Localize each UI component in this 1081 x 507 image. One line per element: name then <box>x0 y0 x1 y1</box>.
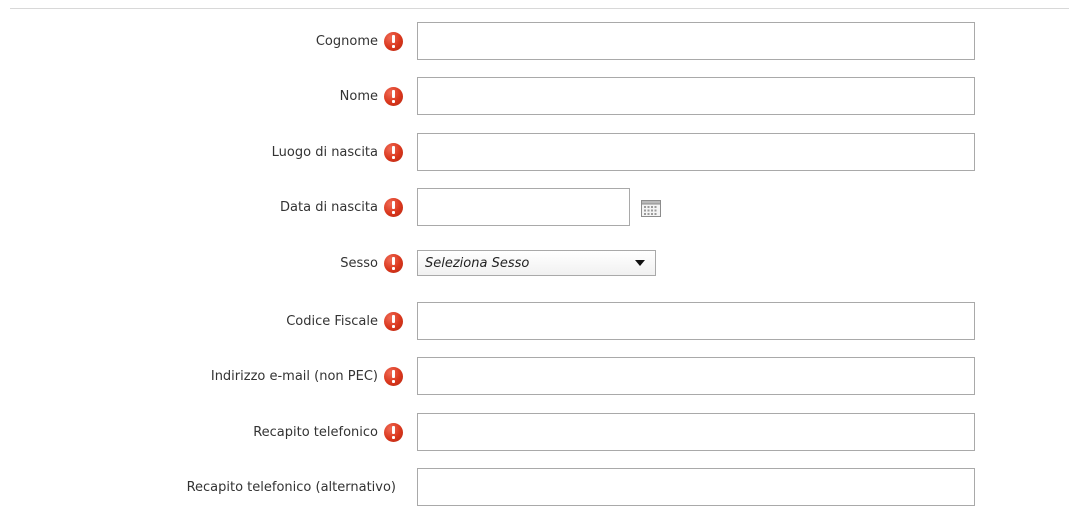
field-row-codice-fiscale: Codice Fiscale <box>0 301 1081 341</box>
sesso-select[interactable]: Seleziona Sesso <box>417 250 656 276</box>
field-row-sesso: Sesso Seleziona Sesso <box>0 243 1081 283</box>
field-row-telefono: Recapito telefonico <box>0 412 1081 452</box>
telefono-input[interactable] <box>417 413 975 451</box>
label-group: Luogo di nascita <box>0 132 403 172</box>
field-label-codice-fiscale: Codice Fiscale <box>286 313 378 329</box>
chevron-down-icon <box>635 260 645 266</box>
label-group: Cognome <box>0 21 403 61</box>
label-spacer <box>396 478 403 497</box>
personal-data-form: Cognome Nome Luogo di nascita Data di na… <box>0 0 1081 506</box>
required-icon <box>384 197 403 217</box>
email-input[interactable] <box>417 357 975 395</box>
codice-fiscale-input[interactable] <box>417 302 975 340</box>
label-group: Codice Fiscale <box>0 301 403 341</box>
nome-input[interactable] <box>417 77 975 115</box>
field-row-luogo-nascita: Luogo di nascita <box>0 132 1081 172</box>
cognome-input[interactable] <box>417 22 975 60</box>
field-label-sesso: Sesso <box>340 255 378 271</box>
field-row-nome: Nome <box>0 76 1081 116</box>
telefono-alternativo-input[interactable] <box>417 468 975 506</box>
label-group: Sesso <box>0 243 403 283</box>
field-row-cognome: Cognome <box>0 21 1081 61</box>
required-icon <box>384 253 403 273</box>
field-label-nome: Nome <box>339 88 378 104</box>
label-group: Recapito telefonico (alternativo) <box>0 467 403 507</box>
label-group: Recapito telefonico <box>0 412 403 452</box>
field-row-telefono-alternativo: Recapito telefonico (alternativo) <box>0 467 1081 507</box>
required-icon <box>384 142 403 162</box>
field-label-cognome: Cognome <box>315 33 378 49</box>
field-label-data-nascita: Data di nascita <box>280 199 378 215</box>
field-label-luogo-nascita: Luogo di nascita <box>271 144 378 160</box>
field-label-telefono-alternativo: Recapito telefonico (alternativo) <box>186 479 396 495</box>
calendar-icon[interactable] <box>640 198 662 218</box>
sesso-select-value: Seleziona Sesso <box>425 256 530 271</box>
required-icon <box>384 422 403 442</box>
field-label-email: Indirizzo e-mail (non PEC) <box>210 368 378 384</box>
required-icon <box>384 31 403 51</box>
label-group: Indirizzo e-mail (non PEC) <box>0 356 403 396</box>
required-icon <box>384 86 403 106</box>
field-row-data-nascita: Data di nascita <box>0 187 1081 227</box>
luogo-nascita-input[interactable] <box>417 133 975 171</box>
label-group: Nome <box>0 76 403 116</box>
field-row-email: Indirizzo e-mail (non PEC) <box>0 356 1081 396</box>
field-label-telefono: Recapito telefonico <box>253 424 378 440</box>
required-icon <box>384 311 403 331</box>
required-icon <box>384 366 403 386</box>
data-nascita-input[interactable] <box>417 188 630 226</box>
label-group: Data di nascita <box>0 187 403 227</box>
